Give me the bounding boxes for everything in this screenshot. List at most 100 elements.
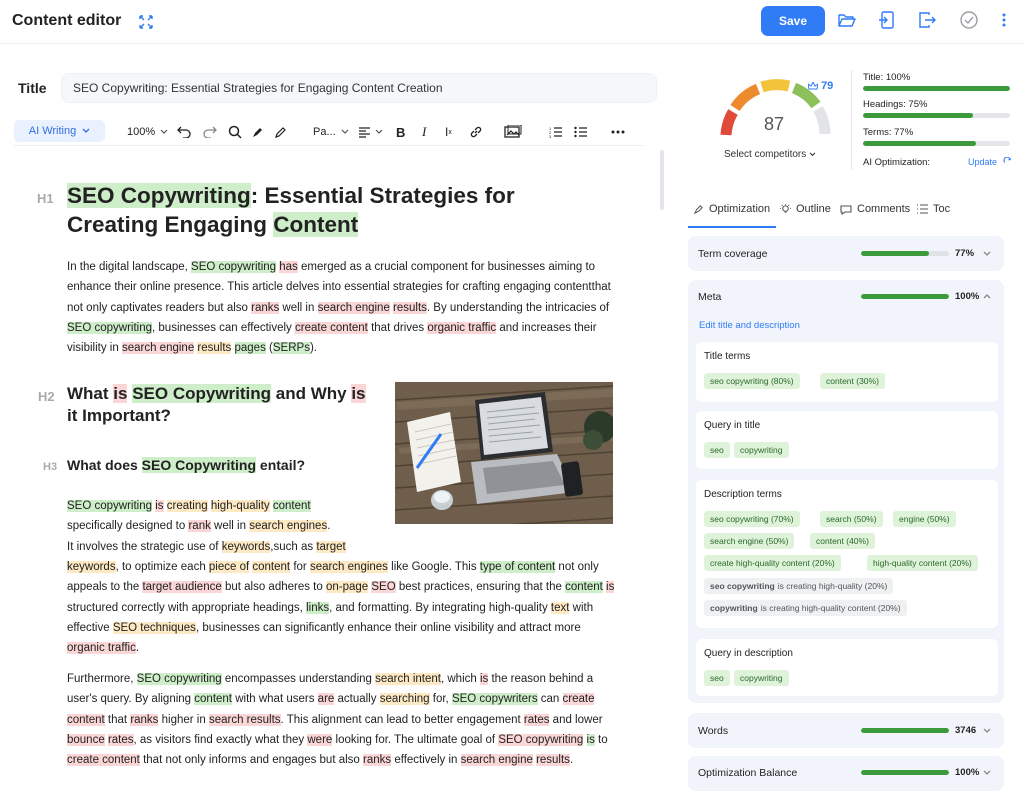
term-chip[interactable]: seo <box>704 670 730 686</box>
title-terms-section: Title terms seo copywriting (80%) conten… <box>696 342 998 402</box>
paragraph-2-line-3[interactable]: It involves the strategic use of keyword… <box>67 537 387 557</box>
paragraph-1[interactable]: In the digital landscape, SEO copywritin… <box>67 257 615 358</box>
edit-title-description-link[interactable]: Edit title and description <box>699 320 800 331</box>
optimization-balance-label: Optimization Balance <box>698 767 798 779</box>
export-icon[interactable] <box>916 9 938 31</box>
article-image[interactable] <box>395 382 613 524</box>
metric-terms-bar <box>863 141 1010 146</box>
words-card[interactable]: Words 3746 <box>688 713 1004 748</box>
paragraph-2-line-2[interactable]: specifically designed to rank well in se… <box>67 516 367 536</box>
crown-icon <box>807 80 819 90</box>
tab-label: Outline <box>796 203 831 215</box>
term-chip[interactable]: high-quality content (20%) <box>867 555 978 571</box>
term-chip[interactable]: content (30%) <box>820 373 885 389</box>
tab-toc[interactable]: Toc <box>917 203 950 215</box>
editor-content[interactable]: H1 SEO Copywriting: Essential Strategies… <box>0 150 660 796</box>
top-bar: Content editor Save <box>0 0 1024 44</box>
chevron-down-icon[interactable] <box>982 249 992 259</box>
meta-label: Meta <box>698 291 722 303</box>
words-count: 3746 <box>955 725 977 736</box>
image-icon[interactable] <box>504 123 522 141</box>
query-in-title-section: Query in title seo copywriting <box>696 411 998 469</box>
italic-icon[interactable]: I <box>422 123 426 141</box>
highlighter-icon[interactable] <box>251 123 264 141</box>
chevron-down-icon[interactable] <box>982 726 992 736</box>
rocket-icon <box>693 204 703 214</box>
zoom-value: 100% <box>127 126 156 138</box>
meta-bar <box>861 294 949 299</box>
competitor-score[interactable]: 79 <box>807 80 834 92</box>
term-coverage-bar <box>861 251 949 256</box>
term-chip[interactable]: seo copywriting (70%) <box>704 511 800 527</box>
tab-outline[interactable]: Outline <box>780 203 831 215</box>
chevron-up-icon[interactable] <box>982 291 992 301</box>
ai-writing-dropdown[interactable]: AI Writing <box>14 120 105 142</box>
tab-optimization[interactable]: Optimization <box>693 203 770 215</box>
update-label: Update <box>968 157 998 167</box>
title-label: Title <box>18 80 47 96</box>
term-coverage-card[interactable]: Term coverage 77% <box>688 236 1004 271</box>
progress-fill <box>861 728 949 733</box>
link-icon[interactable] <box>469 123 483 141</box>
query-in-description-section: Query in description seo copywriting <box>696 639 998 696</box>
save-button[interactable]: Save <box>761 6 825 36</box>
term-chip[interactable]: copywriting <box>734 670 789 686</box>
zoom-dropdown[interactable]: 100% <box>127 123 168 141</box>
tab-comments[interactable]: Comments <box>840 203 910 215</box>
term-chip[interactable]: seo <box>704 442 730 458</box>
optimization-balance-bar <box>861 770 949 775</box>
title-input[interactable]: SEO Copywriting: Essential Strategies fo… <box>61 73 657 103</box>
clear-format-icon[interactable]: Ix <box>445 123 452 141</box>
term-chip[interactable]: seo copywriting (80%) <box>704 373 800 389</box>
ai-writing-label: AI Writing <box>28 125 77 137</box>
content-score-value: 87 <box>764 114 784 134</box>
optimization-balance-card[interactable]: Optimization Balance 100% <box>688 756 1004 791</box>
ordered-list-icon[interactable]: 123 <box>549 123 563 141</box>
term-chip[interactable]: copywriting <box>734 442 789 458</box>
refresh-icon <box>1003 156 1011 163</box>
bullet-list-icon[interactable] <box>574 123 588 141</box>
heading-1[interactable]: SEO Copywriting: Essential Strategies fo… <box>67 181 587 239</box>
partial-term-chip[interactable]: copywriting is creating high-quality cont… <box>704 600 907 616</box>
tab-label: Optimization <box>709 203 771 215</box>
align-dropdown[interactable] <box>358 123 383 141</box>
metric-headings-label: Headings: 75% <box>863 99 928 110</box>
heading-3[interactable]: What does SEO Copywriting entail? <box>67 457 305 473</box>
heading-2[interactable]: What is SEO Copywriting and Why is it Im… <box>67 383 367 427</box>
paragraph-3[interactable]: Furthermore, SEO copywriting encompasses… <box>67 669 615 770</box>
paragraph-2-line-1[interactable]: SEO copywriting is creating high-quality… <box>67 496 367 516</box>
competitor-score-value: 79 <box>821 80 834 92</box>
editor-scrollbar[interactable] <box>660 150 664 210</box>
redo-icon[interactable] <box>203 123 217 141</box>
bold-icon[interactable]: B <box>396 123 405 141</box>
optimization-balance-percent: 100% <box>955 767 980 778</box>
undo-icon[interactable] <box>177 123 191 141</box>
paragraph-style-dropdown[interactable]: Pa... <box>313 123 349 141</box>
more-horizontal-icon[interactable] <box>611 123 625 141</box>
heading-level-h2: H2 <box>38 389 55 404</box>
partial-term-chip[interactable]: seo copywriting is creating high-quality … <box>704 578 894 594</box>
align-left-icon <box>359 126 370 138</box>
search-icon[interactable] <box>228 123 242 141</box>
pen-icon[interactable] <box>274 123 287 141</box>
term-chip[interactable]: engine (50%) <box>893 511 956 527</box>
editor-toolbar: AI Writing 100% Pa... B I Ix 123 <box>14 120 644 144</box>
term-chip[interactable]: content (40%) <box>810 533 875 549</box>
more-vertical-icon[interactable] <box>993 9 1015 31</box>
description-terms-section: Description terms seo copywriting (70%) … <box>696 480 998 628</box>
select-competitors-dropdown[interactable]: Select competitors <box>724 149 816 160</box>
section-title: Description terms <box>704 489 782 500</box>
term-chip[interactable]: create high-quality content (20%) <box>704 555 841 571</box>
chevron-down-icon <box>375 129 383 134</box>
select-competitors-label: Select competitors <box>724 149 807 160</box>
term-coverage-percent: 77% <box>955 248 975 259</box>
folder-open-icon[interactable] <box>836 9 858 31</box>
expand-icon[interactable] <box>138 14 154 30</box>
check-circle-icon[interactable] <box>958 9 980 31</box>
import-icon[interactable] <box>876 9 898 31</box>
term-chip[interactable]: search (50%) <box>820 511 883 527</box>
term-chip[interactable]: search engine (50%) <box>704 533 795 549</box>
chevron-down-icon[interactable] <box>982 768 992 778</box>
update-link[interactable]: Update <box>968 156 1012 167</box>
paragraph-2-body[interactable]: keywords, to optimize each piece of cont… <box>67 557 615 658</box>
